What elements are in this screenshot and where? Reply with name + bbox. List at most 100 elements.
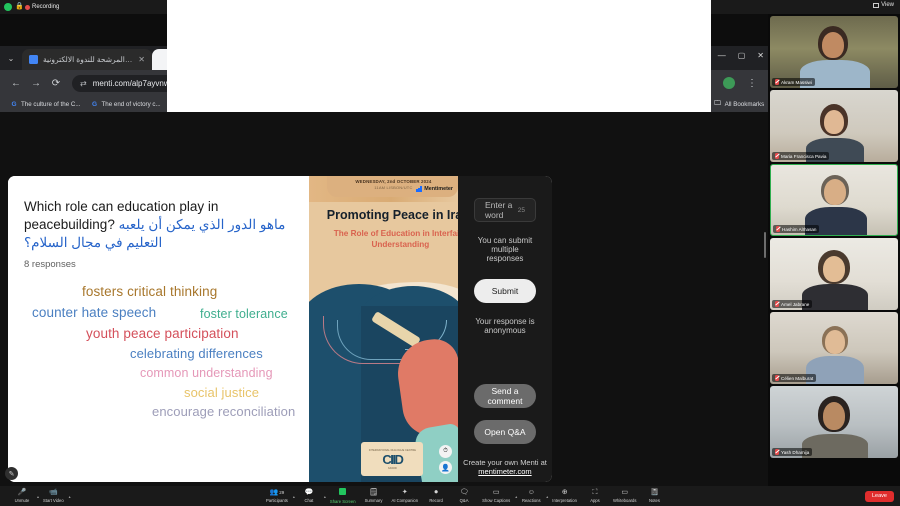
summary-button[interactable]: 🗒 Summary <box>360 489 388 503</box>
logo-mark: CIID <box>382 451 404 467</box>
send-comment-button[interactable]: Send a comment <box>473 384 536 408</box>
word-cloud: fosters critical thinking counter hate s… <box>24 282 295 422</box>
bookmark-item[interactable]: G The end of victory c... <box>86 100 166 108</box>
word-cloud-item: youth peace participation <box>86 326 239 341</box>
video-tile[interactable]: Yash Dhamija <box>770 386 898 458</box>
zoom-bottom-toolbar: 🎤 Unmute ▴ 📹 Start Video ▴ 👥29 Participa… <box>0 486 900 506</box>
minimize-button[interactable]: — <box>718 51 726 60</box>
chrome-menu-icon[interactable]: ⋮ <box>742 73 762 93</box>
mic-muted-icon <box>775 153 779 159</box>
show-captions-button[interactable]: ▭ Show Captions <box>478 489 514 503</box>
event-poster-image: WEDNESDAY, 2nd OCTOBER 2024 11AM LISBON/… <box>309 176 458 482</box>
ai-companion-label: AI Companion <box>391 498 419 503</box>
notes-button[interactable]: 📓 Notes <box>640 489 668 503</box>
participant-name-tag: Célien Malburat <box>772 374 817 382</box>
qa-button[interactable]: 🗨 Q&A <box>450 489 478 503</box>
google-favicon-icon: G <box>91 100 98 108</box>
bookmark-item[interactable]: G The culture of the C... <box>5 100 86 108</box>
chrome-feedback-icon[interactable]: ✎ <box>5 467 18 480</box>
close-tab-icon[interactable]: ✕ <box>138 55 145 64</box>
start-video-button[interactable]: 📹 Start Video <box>39 489 68 503</box>
video-tile[interactable]: Célien Malburat <box>770 312 898 384</box>
all-bookmarks-button[interactable]: 🗀 All Bookmarks <box>709 100 768 108</box>
poster-date: WEDNESDAY, 2nd OCTOBER 2024 <box>355 179 432 184</box>
browser-tab-questions[interactable]: الأسئلة المرشحة للندوة الالكترونية ✕ <box>22 49 152 70</box>
video-tile[interactable]: Amel Jabrane <box>770 238 898 310</box>
kaiciid-logo: INTERNATIONAL DIALOGUE CENTRE CIID KAICI… <box>361 442 424 476</box>
mic-muted-icon <box>776 226 780 232</box>
participant-name: Célien Malburat <box>781 375 814 381</box>
unmute-button[interactable]: 🎤 Unmute <box>8 489 36 503</box>
create-menti-prefix: Create your own Menti at <box>463 458 547 467</box>
recording-label: Recording <box>32 4 60 10</box>
zoom-toolbar-center: 👥29 Participants ▴ 💬 Chat ▴ Share Screen… <box>262 488 668 504</box>
reload-button[interactable]: ⟳ <box>46 73 66 93</box>
profile-avatar[interactable] <box>723 77 735 89</box>
share-screen-button[interactable]: Share Screen <box>326 488 360 504</box>
submit-button[interactable]: Submit <box>473 279 536 303</box>
shared-screen-region: ⌄ الأسئلة المرشحة للندوة الالكترونية ✕ V… <box>0 0 768 486</box>
close-window-button[interactable]: ✕ <box>757 51 764 60</box>
apps-icon: ⛶ <box>592 489 598 496</box>
bookmark-label: The end of victory c... <box>101 100 161 108</box>
notes-label: Notes <box>649 498 660 503</box>
presenter-badge-icon[interactable]: 👤 <box>438 461 452 474</box>
panel-actions: Send a comment Open Q&A <box>473 384 536 456</box>
share-screen-icon <box>339 488 347 498</box>
reactions-button[interactable]: ☺ Reactions <box>517 489 545 503</box>
timer-badge-icon[interactable]: ⏱ <box>438 445 452 458</box>
participants-button[interactable]: 👥29 Participants <box>262 489 292 503</box>
word-cloud-item: common understanding <box>140 366 273 380</box>
video-tile[interactable]: Maria Francisca Pavia <box>770 90 898 162</box>
poster-title: Promoting Peace in Iraq: <box>326 208 458 222</box>
mic-muted-icon <box>775 449 779 455</box>
tab-search-chevron-icon[interactable]: ⌄ <box>0 46 22 70</box>
notes-icon: 📓 <box>650 489 659 496</box>
poster-subtitle: The Role of Education in Interfaith Unde… <box>333 229 458 249</box>
word-cloud-item: counter hate speech <box>32 305 157 320</box>
summary-icon: 🗒 <box>369 489 378 496</box>
apps-button[interactable]: ⛶ Apps <box>581 489 609 503</box>
whiteboards-button[interactable]: ▭ Whiteboards <box>609 489 641 503</box>
ai-companion-button[interactable]: ✦ AI Companion <box>388 489 423 503</box>
record-icon: ⏺ <box>434 489 438 496</box>
video-options-chevron-icon[interactable]: ▴ <box>69 494 71 499</box>
browser-tab-voting[interactable]: Voting ✕ <box>152 0 720 277</box>
forward-button[interactable]: → <box>26 73 46 93</box>
page-scrollbar[interactable] <box>764 232 766 258</box>
word-input[interactable]: Enter a word 25 <box>473 198 536 222</box>
video-tile[interactable]: Akram Massiwi <box>770 16 898 88</box>
multiple-responses-hint: You can submit multiple responses <box>477 236 533 263</box>
site-settings-icon[interactable]: ⇄ <box>80 79 87 88</box>
video-tile-active-speaker[interactable]: Hashim AlIhasan <box>770 164 898 236</box>
response-panel: Enter a word 25 You can submit multiple … <box>457 176 552 482</box>
chat-label: Chat <box>304 498 314 503</box>
question-title: Which role can education play in peacebu… <box>24 198 293 252</box>
qa-icon: 🗨 <box>459 489 469 496</box>
leave-button[interactable]: Leave <box>865 490 894 502</box>
whiteboards-label: Whiteboards <box>612 498 637 503</box>
word-cloud-item: foster tolerance <box>200 307 288 321</box>
encryption-shield-icon[interactable] <box>4 3 12 11</box>
word-cloud-item: celebrating differences <box>130 346 263 361</box>
reactions-label: Reactions <box>521 498 541 503</box>
start-video-label: Start Video <box>43 498 64 503</box>
view-button[interactable]: View <box>873 2 894 8</box>
chat-button[interactable]: 💬 Chat <box>295 489 323 503</box>
mentimeter-card: Which role can education play in peacebu… <box>8 176 552 482</box>
open-qa-button[interactable]: Open Q&A <box>473 420 536 444</box>
record-button[interactable]: ⏺ Record <box>422 489 450 503</box>
maximize-button[interactable]: ▢ <box>738 51 746 60</box>
logo-bottom-text: KAICIID <box>388 466 397 470</box>
recording-indicator[interactable]: Recording <box>25 4 59 10</box>
mentimeter-link[interactable]: mentimeter.com <box>478 467 531 476</box>
qa-label: Q&A <box>459 498 469 503</box>
poster-mentimeter-brand: Mentimeter <box>416 186 453 192</box>
char-counter: 25 <box>517 206 525 214</box>
interpretation-button[interactable]: ⊕ Interpretation <box>548 489 581 503</box>
back-button[interactable]: ← <box>6 73 26 93</box>
video-off-icon: 📹 <box>48 489 58 496</box>
bookmark-label: The culture of the C... <box>21 100 81 108</box>
record-dot-icon <box>25 4 30 10</box>
participant-name-tag: Yash Dhamija <box>772 448 813 456</box>
